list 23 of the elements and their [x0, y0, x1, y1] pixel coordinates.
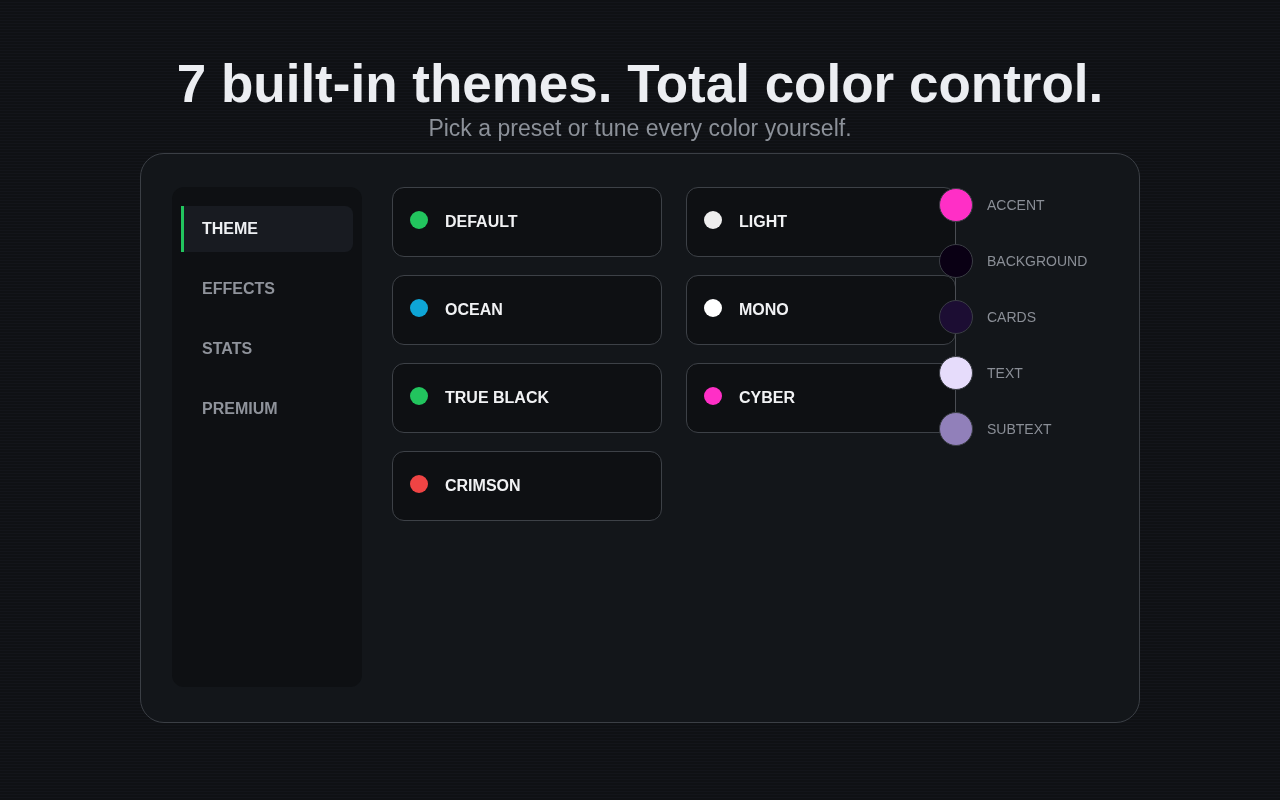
color-label: ACCENT	[987, 195, 1045, 215]
color-label: BACKGROUND	[987, 251, 1088, 271]
color-swatch-icon[interactable]	[939, 300, 973, 334]
color-swatch-icon[interactable]	[939, 188, 973, 222]
theme-card[interactable]: DEFAULT	[392, 187, 662, 257]
color-swatch-icon[interactable]	[939, 244, 973, 278]
color-label: SUBTEXT	[987, 419, 1052, 439]
color-label: CARDS	[987, 307, 1036, 327]
sidebar-tab[interactable]: EFFECTS	[181, 266, 353, 312]
theme-card[interactable]: CYBER	[686, 363, 956, 433]
sidebar-tab[interactable]: THEME	[181, 206, 353, 252]
subtitle: Pick a preset or tune every color yourself.	[428, 114, 852, 142]
headline: 7 built-in themes. Total color control.	[176, 53, 1104, 115]
theme-card[interactable]: TRUE BLACK	[392, 363, 662, 433]
theme-card[interactable]: OCEAN	[392, 275, 662, 345]
theme-card[interactable]: CRIMSON	[392, 451, 662, 521]
color-swatch-icon[interactable]	[939, 356, 973, 390]
sidebar-tab[interactable]: PREMIUM	[181, 386, 353, 432]
color-label: TEXT	[987, 363, 1023, 383]
theme-card[interactable]: LIGHT	[686, 187, 956, 257]
sidebar-tab[interactable]: STATS	[181, 326, 353, 372]
theme-card[interactable]: MONO	[686, 275, 956, 345]
color-swatch-icon[interactable]	[939, 412, 973, 446]
